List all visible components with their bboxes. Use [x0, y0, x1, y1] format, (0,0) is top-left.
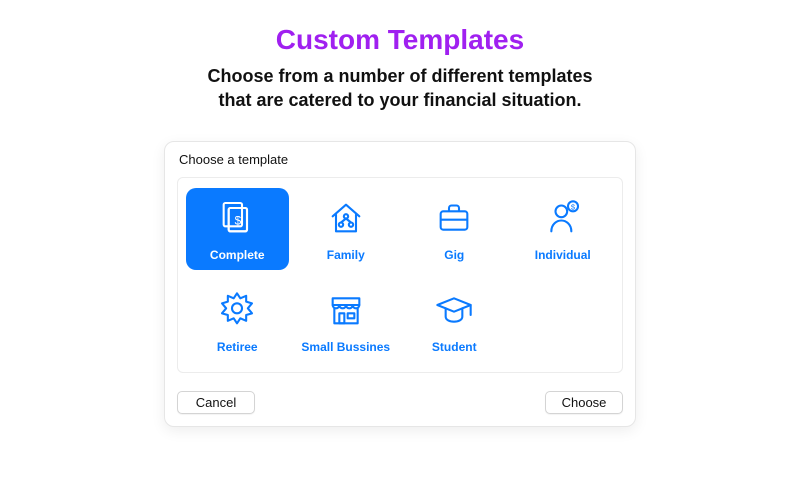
- graduation-cap-icon: [434, 290, 474, 330]
- documents-dollar-icon: $: [217, 198, 257, 238]
- template-option-gig[interactable]: Gig: [403, 188, 506, 270]
- hero-section: Custom Templates Choose from a number of…: [207, 24, 592, 113]
- template-label: Small Bussines: [301, 340, 390, 354]
- template-grid: $ Complete: [186, 188, 614, 362]
- subtitle-line-1: Choose from a number of different templa…: [207, 66, 592, 86]
- template-chooser-dialog: Choose a template $ Complete: [164, 141, 636, 427]
- storefront-icon: [326, 290, 366, 330]
- subtitle-line-2: that are catered to your financial situa…: [218, 90, 581, 110]
- template-label: Gig: [444, 248, 464, 262]
- template-option-complete[interactable]: $ Complete: [186, 188, 289, 270]
- briefcase-icon: [434, 198, 474, 238]
- person-dollar-icon: $: [543, 198, 583, 238]
- page-title: Custom Templates: [207, 24, 592, 56]
- template-label: Family: [327, 248, 365, 262]
- sun-badge-icon: [217, 290, 257, 330]
- svg-text:$: $: [235, 214, 242, 227]
- template-grid-container: $ Complete: [177, 177, 623, 373]
- template-label: Student: [432, 340, 477, 354]
- template-option-retiree[interactable]: Retiree: [186, 280, 289, 362]
- dialog-footer: Cancel Choose: [165, 383, 635, 426]
- template-option-family[interactable]: Family: [295, 188, 398, 270]
- template-label: Complete: [210, 248, 265, 262]
- dialog-title: Choose a template: [165, 142, 635, 173]
- cancel-button[interactable]: Cancel: [177, 391, 255, 414]
- template-option-student[interactable]: Student: [403, 280, 506, 362]
- template-label: Retiree: [217, 340, 258, 354]
- template-option-small-business[interactable]: Small Bussines: [295, 280, 398, 362]
- choose-button[interactable]: Choose: [545, 391, 623, 414]
- template-label: Individual: [535, 248, 591, 262]
- template-option-individual[interactable]: $ Individual: [512, 188, 615, 270]
- house-people-icon: [326, 198, 366, 238]
- page-subtitle: Choose from a number of different templa…: [207, 64, 592, 113]
